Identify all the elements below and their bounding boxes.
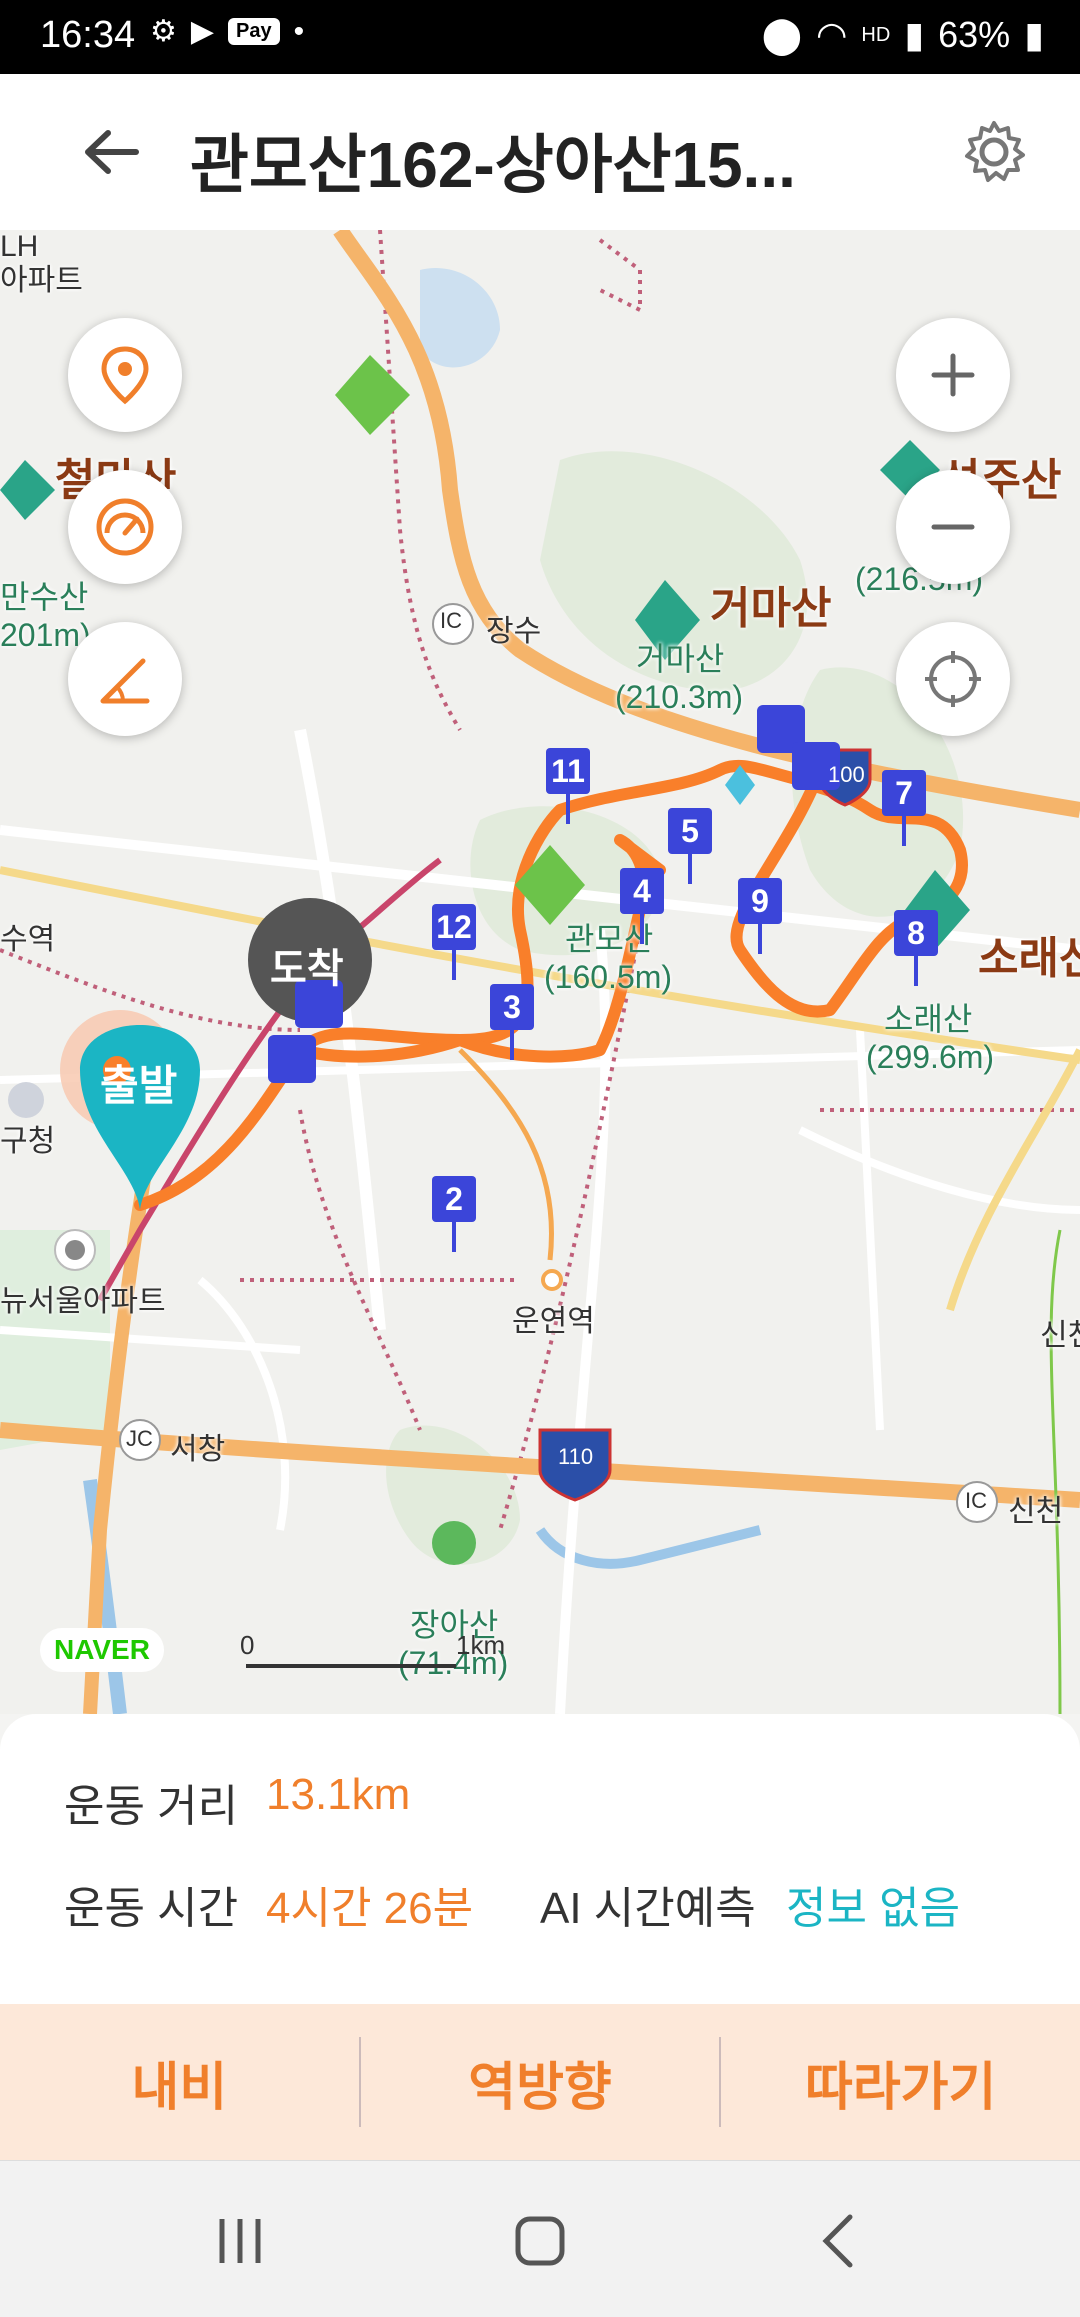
scale-line: [246, 1664, 456, 1668]
back-button[interactable]: [62, 104, 158, 200]
label-sin: 신천: [1040, 1319, 1080, 1352]
location-icon: ⬤: [761, 14, 802, 55]
plus-icon: [931, 353, 975, 397]
navi-button[interactable]: 내비: [0, 2004, 359, 2160]
hd-voice-icon: HD: [861, 23, 891, 46]
label-unyeonyeok: 운연역: [512, 1305, 595, 1338]
tree-icon-park: [335, 355, 410, 435]
label-seochang: 서창: [170, 1433, 226, 1466]
label-gwanmosan-height: (160.5m): [544, 959, 673, 995]
home-icon: [515, 2216, 565, 2266]
time-value: 4시간 26분: [266, 1884, 474, 1933]
waypoint-7[interactable]: 7: [882, 770, 926, 846]
zoom-out-button[interactable]: [896, 470, 1010, 584]
label-lh-apt: LH 아파트: [0, 230, 83, 297]
my-location-button[interactable]: [896, 622, 1010, 736]
slope-button[interactable]: [68, 622, 182, 736]
location-pin-icon: [101, 346, 149, 405]
waypoint-4[interactable]: 4: [620, 868, 664, 944]
label-apartment: 뉴서울아파트: [0, 1285, 166, 1318]
app-bar: 관모산162-상아산15...: [0, 74, 1080, 231]
waypoint-11[interactable]: 11: [546, 748, 590, 824]
action-bar: 내비 역방향 따라가기: [0, 2004, 1080, 2160]
start-label[interactable]: 출발: [100, 1052, 177, 1113]
system-back-button[interactable]: [800, 2201, 880, 2281]
location-pin-button[interactable]: [68, 318, 182, 432]
distance-label: 운동 거리: [64, 1782, 239, 1831]
map-canvas: [0, 230, 1080, 1714]
highway-100-label: 100: [828, 762, 865, 787]
back-arrow-icon: [85, 130, 139, 174]
sincheon-ic-badge: IC: [965, 1488, 987, 1513]
follow-button[interactable]: 따라가기: [721, 2004, 1080, 2160]
scale-zero: 0: [240, 1630, 255, 1660]
slope-icon: [100, 658, 150, 704]
label-gucheong: 구청: [0, 1125, 56, 1158]
waypoint-12[interactable]: 12: [432, 904, 476, 980]
waypoint-2[interactable]: 2: [432, 1176, 476, 1252]
battery-text: 63%: [938, 14, 1011, 55]
crosshair-icon: [925, 651, 981, 707]
highway-110-label: 110: [558, 1444, 594, 1469]
status-bar: 16:34 ⚙ ▶ Pay • ⬤ ◠ HD ▮ 63% ▮: [0, 0, 1080, 74]
zoom-in-button[interactable]: [896, 318, 1010, 432]
waypoint-9[interactable]: 9: [738, 878, 782, 954]
scale-unit: 1km: [456, 1630, 506, 1660]
recent-apps-icon: [219, 2219, 261, 2263]
youtube-icon: ▶: [190, 15, 214, 48]
label-geomasan-big: 거마산: [710, 584, 832, 633]
label-jangsu: 장수: [486, 615, 542, 648]
jangsu-ic-badge: IC: [440, 608, 462, 633]
speedometer-icon: [96, 498, 154, 556]
strava-icon: ⚙: [150, 15, 177, 48]
minus-icon: [931, 524, 975, 530]
battery-icon: ▮: [1024, 14, 1044, 55]
map-scale: 0 1km: [240, 1630, 505, 1668]
wifi-icon: ◠: [816, 14, 848, 55]
waypoint-8[interactable]: 8: [894, 910, 938, 986]
speedometer-button[interactable]: [68, 470, 182, 584]
pay-icon: Pay: [227, 18, 280, 45]
system-icons: ⬤ ◠ HD ▮ 63% ▮: [762, 14, 1044, 56]
label-soraesan-height: (299.6m): [866, 1039, 995, 1075]
ai-time-value: 정보 없음: [786, 1884, 961, 1933]
label-soraesan-big: 소래산: [978, 934, 1080, 983]
home-button[interactable]: [500, 2201, 580, 2281]
arrival-label[interactable]: 도착: [270, 936, 344, 994]
settings-button[interactable]: [952, 110, 1036, 194]
system-nav-bar: [0, 2160, 1080, 2317]
info-panel: 운동 거리 13.1km 운동 시간 4시간 26분 AI 시간예측 정보 없음: [0, 1714, 1080, 2004]
reverse-button[interactable]: 역방향: [361, 2004, 720, 2160]
waypoint-3[interactable]: 3: [490, 984, 534, 1060]
label-soraesan: 소래산: [884, 1001, 973, 1037]
time-label: 운동 시간: [64, 1884, 239, 1933]
ai-time-label: AI 시간예측: [540, 1884, 756, 1933]
label-sincheon: 신천: [1008, 1495, 1064, 1528]
label-geomasan: 거마산: [636, 641, 725, 677]
chevron-left-icon: [822, 2214, 853, 2268]
seochang-jc-badge: JC: [126, 1426, 153, 1451]
signal-icon: ▮: [904, 14, 925, 55]
gear-icon: [965, 121, 1025, 182]
waypoint-5[interactable]: 5: [668, 808, 712, 884]
mountain-icon-cheolmasan: [0, 460, 55, 520]
naver-logo: NAVER: [40, 1628, 164, 1672]
map-view[interactable]: LH 아파트 철마산 만수산 201m) IC 장수 거마산 거마산 (210.…: [0, 230, 1080, 1714]
page-title: 관모산162-상아산15...: [190, 129, 796, 201]
label-suyeok: 수역: [0, 923, 56, 956]
label-mansusan: 만수산: [0, 579, 89, 615]
status-time: 16:34: [40, 14, 136, 56]
distance-value: 13.1km: [266, 1770, 411, 1819]
dot-icon: •: [293, 14, 305, 48]
recent-apps-button[interactable]: [200, 2201, 280, 2281]
notification-icons: ⚙ ▶ Pay •: [150, 14, 304, 49]
label-geomasan-height: (210.3m): [615, 679, 744, 715]
